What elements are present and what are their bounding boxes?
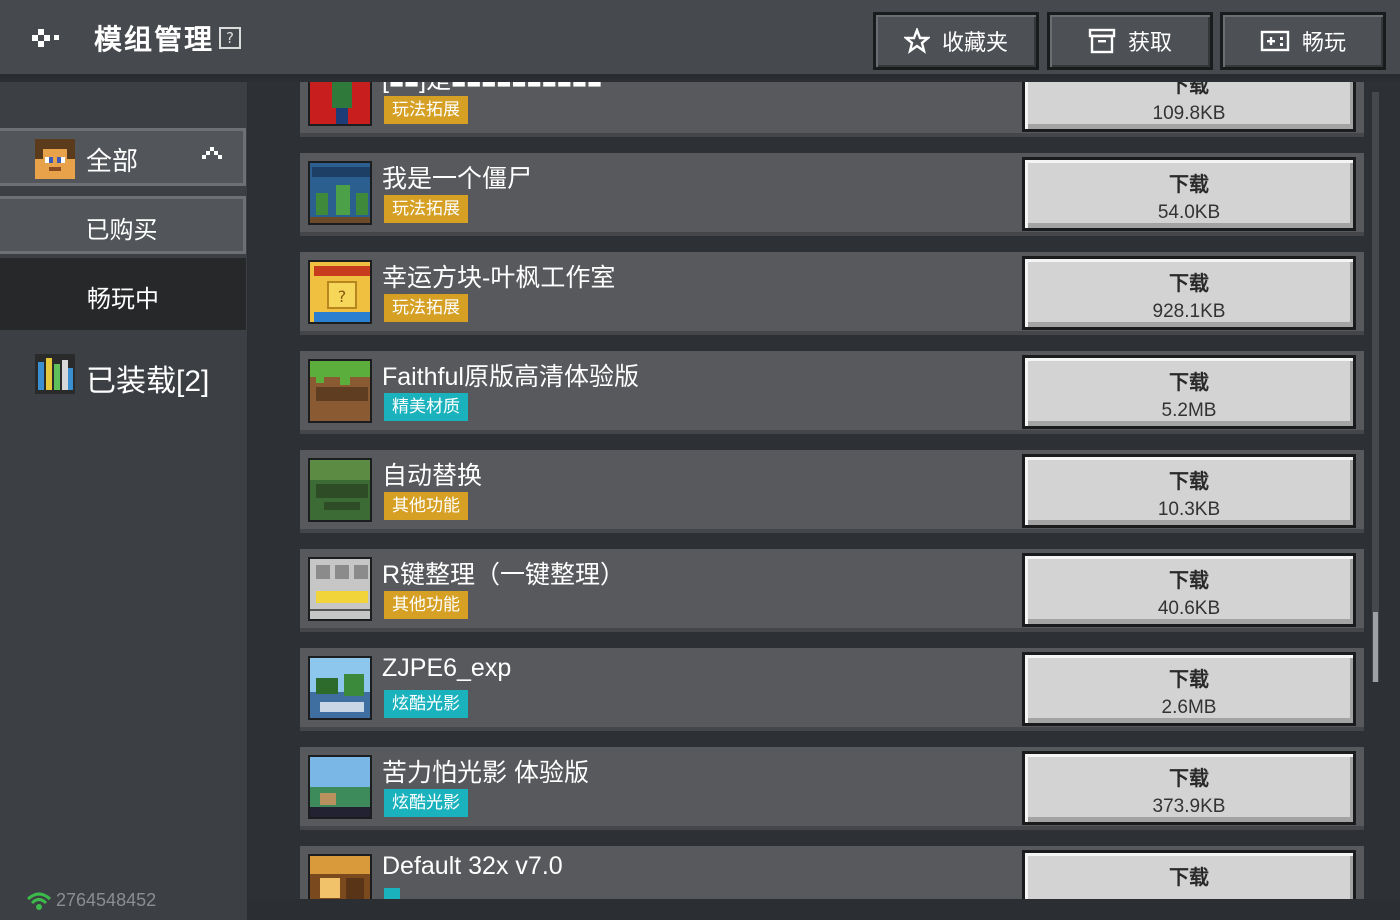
download-button[interactable]: 下载 40.6KB bbox=[1022, 553, 1356, 627]
landscape-icon bbox=[308, 656, 372, 720]
get-button[interactable]: 获取 bbox=[1047, 12, 1213, 70]
inventory-icon bbox=[308, 557, 372, 621]
download-label: 下载 bbox=[1169, 174, 1209, 196]
download-button[interactable]: 下载 10.3KB bbox=[1022, 454, 1356, 528]
mod-row[interactable]: R键整理（一键整理） 其他功能 下载 40.6KB bbox=[300, 549, 1364, 632]
sidebar-item-playing[interactable]: 畅玩中 bbox=[0, 258, 246, 330]
mod-category-tag: 其他功能 bbox=[384, 591, 468, 619]
collapse-icon bbox=[202, 147, 222, 159]
download-label: 下载 bbox=[1169, 273, 1209, 295]
sidebar-item-all-label: 全部 bbox=[86, 146, 139, 176]
get-label: 获取 bbox=[1127, 30, 1172, 55]
scrollbar-thumb[interactable] bbox=[1373, 612, 1378, 682]
svg-text:?: ? bbox=[338, 287, 347, 306]
mod-name: [■■]是■■■■■■■■■■ bbox=[382, 82, 602, 96]
download-button[interactable]: 下载 928.1KB bbox=[1022, 256, 1356, 330]
gamepad-icon bbox=[1260, 30, 1290, 52]
file-size: 2.6MB bbox=[1161, 697, 1217, 718]
play-button[interactable]: 畅玩 bbox=[1220, 12, 1386, 70]
download-label: 下载 bbox=[1169, 669, 1209, 691]
mod-list-panel[interactable]: [■■]是■■■■■■■■■■玩法拓展下载109.8KB我是一个僵尸玩法拓展下载… bbox=[248, 82, 1400, 899]
mod-name: 我是一个僵尸 bbox=[382, 165, 533, 193]
download-label: 下载 bbox=[1169, 570, 1209, 592]
mod-category-tag: 玩法拓展 bbox=[384, 294, 468, 322]
mod-row[interactable]: Faithful原版高清体验版 精美材质 下载 5.2MB bbox=[300, 351, 1364, 434]
mod-category-tag: 玩法拓展 bbox=[384, 96, 468, 124]
mod-name: 自动替换 bbox=[382, 462, 483, 490]
file-size: 54.0KB bbox=[1157, 202, 1221, 223]
mod-name: R键整理（一键整理） bbox=[382, 561, 626, 589]
user-id-footer: 2764548452 bbox=[26, 890, 156, 911]
top-bar: 模组管理 ? 收藏夹 获取 畅玩 bbox=[0, 0, 1400, 78]
mod-name: 幸运方块-叶枫工作室 bbox=[382, 264, 616, 292]
mod-category-tag: 炫酷光影 bbox=[384, 690, 468, 718]
download-label: 下载 bbox=[1169, 471, 1209, 493]
creeper-shader-icon bbox=[308, 755, 372, 819]
download-button[interactable]: 下载 54.0KB bbox=[1022, 157, 1356, 231]
red-block-icon bbox=[308, 82, 372, 126]
box-icon bbox=[1088, 28, 1116, 54]
mod-row[interactable]: 苦力怕光影 体验版 炫酷光影 下载 373.9KB bbox=[300, 747, 1364, 830]
file-size: 373.9KB bbox=[1152, 796, 1226, 817]
sidebar: 全部 已购买 畅玩中 已装载[2] 2764548452 bbox=[0, 82, 247, 920]
mod-row[interactable]: ZJPE6_exp 炫酷光影 下载 2.6MB bbox=[300, 648, 1364, 731]
play-label: 畅玩 bbox=[1301, 30, 1346, 55]
mod-row[interactable]: 我是一个僵尸 玩法拓展 下载 54.0KB bbox=[300, 153, 1364, 236]
favorites-label: 收藏夹 bbox=[941, 30, 1008, 55]
download-button[interactable]: 下载 5.2MB bbox=[1022, 355, 1356, 429]
download-label: 下载 bbox=[1169, 768, 1209, 790]
file-size: 5.2MB bbox=[1161, 400, 1217, 421]
mod-row[interactable]: Default 32x v7.0 下载 bbox=[300, 846, 1364, 899]
mod-category-tag bbox=[384, 888, 400, 899]
auto-replace-icon bbox=[308, 458, 372, 522]
star-icon bbox=[903, 28, 930, 54]
lucky-block-icon: ? bbox=[308, 260, 372, 324]
mod-row[interactable]: [■■]是■■■■■■■■■■玩法拓展 下载 109.8KB bbox=[300, 82, 1364, 137]
back-icon[interactable] bbox=[26, 20, 70, 56]
download-button[interactable]: 下载 bbox=[1022, 850, 1356, 899]
mod-category-tag: 其他功能 bbox=[384, 492, 468, 520]
download-button[interactable]: 下载 373.9KB bbox=[1022, 751, 1356, 825]
mod-name: 苦力怕光影 体验版 bbox=[382, 759, 589, 787]
user-id: 2764548452 bbox=[56, 890, 157, 910]
file-size: 10.3KB bbox=[1157, 499, 1221, 520]
scrollbar-track[interactable] bbox=[1372, 92, 1379, 682]
mod-row[interactable]: ? 幸运方块-叶枫工作室 玩法拓展 下载 928.1KB bbox=[300, 252, 1364, 335]
download-label: 下载 bbox=[1169, 372, 1209, 394]
mod-row[interactable]: 自动替换 其他功能 下载 10.3KB bbox=[300, 450, 1364, 533]
favorites-button[interactable]: 收藏夹 bbox=[873, 12, 1039, 70]
download-label: 下载 bbox=[1169, 867, 1209, 889]
sidebar-item-all[interactable]: 全部 bbox=[0, 128, 246, 186]
download-label: 下载 bbox=[1169, 82, 1209, 97]
sidebar-item-loaded-label: 已装载[2] bbox=[86, 365, 210, 398]
page-title: 模组管理 bbox=[94, 24, 215, 55]
mod-category-tag: 玩法拓展 bbox=[384, 195, 468, 223]
download-button[interactable]: 下载 2.6MB bbox=[1022, 652, 1356, 726]
mod-list: [■■]是■■■■■■■■■■玩法拓展下载109.8KB我是一个僵尸玩法拓展下载… bbox=[300, 82, 1364, 899]
help-icon[interactable]: ? bbox=[219, 27, 241, 49]
zombie-thumb-icon bbox=[308, 161, 372, 225]
file-size: 928.1KB bbox=[1152, 301, 1226, 322]
wifi-icon bbox=[26, 892, 52, 910]
grass-block-icon bbox=[308, 359, 372, 423]
download-button[interactable]: 下载 109.8KB bbox=[1022, 82, 1356, 132]
books-icon bbox=[35, 354, 75, 394]
file-size: 109.8KB bbox=[1152, 103, 1226, 124]
house-icon bbox=[308, 854, 372, 899]
steve-head-icon bbox=[35, 139, 75, 179]
sidebar-item-purchased[interactable]: 已购买 bbox=[0, 196, 246, 254]
mod-name: Default 32x v7.0 bbox=[382, 852, 563, 880]
mod-category-tag: 精美材质 bbox=[384, 393, 468, 421]
mod-name: ZJPE6_exp bbox=[382, 654, 512, 682]
mod-category-tag: 炫酷光影 bbox=[384, 789, 468, 817]
mod-name: Faithful原版高清体验版 bbox=[382, 363, 639, 391]
file-size: 40.6KB bbox=[1157, 598, 1221, 619]
sidebar-item-loaded[interactable]: 已装载[2] bbox=[0, 350, 246, 400]
